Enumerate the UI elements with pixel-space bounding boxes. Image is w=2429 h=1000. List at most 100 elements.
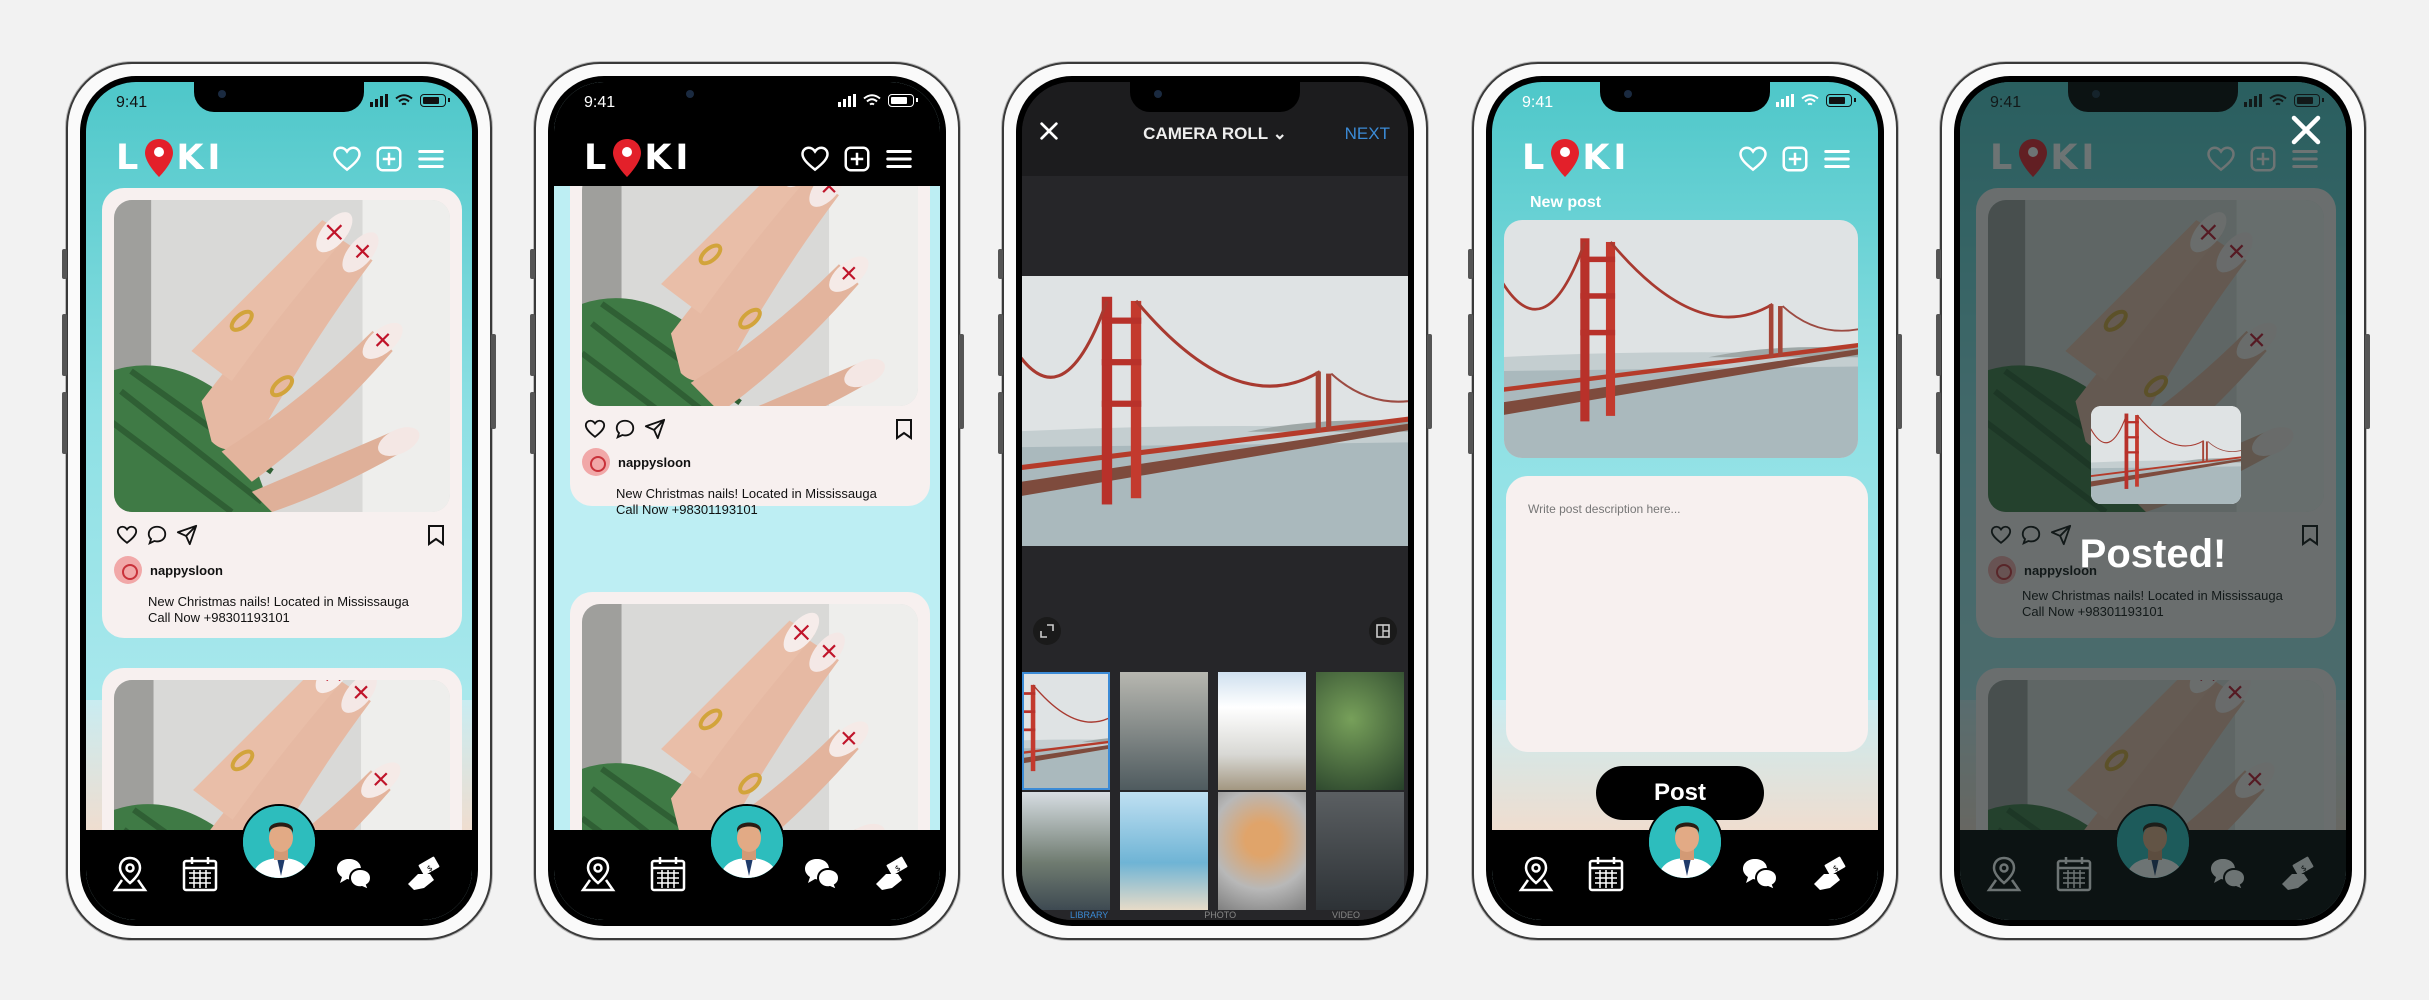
photo-thumb[interactable] [1022,792,1110,910]
menu-icon[interactable] [884,144,914,174]
user-avatar [114,556,142,584]
loki-logo[interactable]: L KI [584,138,692,178]
share-icon[interactable] [644,418,666,440]
photo-thumb[interactable] [1218,672,1306,790]
wifi-icon [863,94,881,106]
top-bar: LKI [1512,136,1858,182]
menu-icon[interactable] [1822,144,1852,174]
like-heart-icon[interactable] [116,524,138,546]
post-photo[interactable] [582,172,918,406]
phone-posted: 9:41 LKI [1936,62,2370,940]
posted-screen: 9:41 LKI [1960,82,2346,920]
heart-icon[interactable] [800,144,830,174]
battery-icon [888,94,918,107]
calendar-icon[interactable] [1586,854,1626,894]
notch [1130,82,1300,112]
multi-select-icon[interactable] [1368,616,1398,646]
logo-pin-icon [1550,138,1580,178]
post-card: nappysloon New Christmas nails! Located … [570,142,930,517]
profile-avatar[interactable] [709,804,785,880]
bookmark-icon[interactable] [894,418,914,440]
chat-icon[interactable] [334,854,374,894]
share-icon[interactable] [176,524,198,546]
description-placeholder: Write post description here... [1528,502,1681,516]
comment-icon[interactable] [146,524,168,546]
add-post-icon[interactable] [842,144,872,174]
status-time: 9:41 [116,94,148,111]
username: nappysloon [150,562,223,578]
calendar-icon[interactable] [180,854,220,894]
status-time: 9:41 [584,94,616,111]
bottom-nav [554,804,940,920]
top-bar: LKI [106,136,452,182]
post-photo[interactable] [114,200,450,512]
heart-icon[interactable] [332,144,362,174]
notch [662,82,832,112]
heart-icon[interactable] [1738,144,1768,174]
notch [194,82,364,112]
photo-thumb[interactable] [1316,672,1404,790]
selected-photo-preview [1022,276,1408,546]
post-caption: New Christmas nails! Located in Mississa… [616,486,877,517]
photo-thumb[interactable] [1218,792,1306,910]
posted-message: Posted! [2079,532,2227,576]
chevron-down-icon: ⌄ [1272,124,1287,143]
post-user[interactable]: nappysloon [582,448,691,476]
profile-avatar[interactable] [1647,804,1723,880]
notch [1600,82,1770,112]
new-post-screen: 9:41 L KI New post Write post descriptio… [1492,82,1878,920]
photo-thumb[interactable] [1120,672,1208,790]
deal-icon[interactable] [872,854,912,894]
next-button[interactable]: NEXT [1345,124,1390,144]
signal-icon [838,94,856,107]
phone-feed: 9:41 L KI nappysloon New Christmas nails… [62,62,496,940]
phone-feed-scrolled: 9:41 L KI nappysloon New Christmas nails… [530,62,964,940]
comment-icon[interactable] [614,418,636,440]
expand-icon[interactable] [1032,616,1062,646]
camera-roll-body: LIBRARY PHOTO VIDEO [1022,176,1408,920]
signal-icon [370,94,388,107]
tab-video[interactable]: VIDEO [1332,910,1360,920]
post-user[interactable]: nappysloon [114,556,223,584]
post-card: nappysloon New Christmas nails! Located … [102,188,462,638]
bottom-nav [1492,804,1878,920]
bottom-nav [86,804,472,920]
tab-photo[interactable]: PHOTO [1204,910,1236,920]
camera-roll-screen: CAMERA ROLL ⌄ NEXT LIBRARY PHOTO VIDEO [1022,82,1408,920]
menu-icon[interactable] [416,144,446,174]
username: nappysloon [618,454,691,470]
map-pin-icon[interactable] [110,854,150,894]
user-avatar [582,448,610,476]
chat-icon[interactable] [802,854,842,894]
top-bar: LKI [574,136,920,182]
loki-logo[interactable]: L KI [116,138,224,178]
add-post-icon[interactable] [1780,144,1810,174]
add-post-icon[interactable] [374,144,404,174]
bookmark-icon[interactable] [426,524,446,546]
photo-thumb[interactable] [1316,792,1404,910]
deal-icon[interactable] [404,854,444,894]
photo-thumb[interactable] [1022,672,1110,790]
deal-icon[interactable] [1810,854,1850,894]
profile-avatar[interactable] [241,804,317,880]
photo-thumb[interactable] [1120,792,1208,910]
loki-logo[interactable]: L KI [1522,138,1630,178]
like-heart-icon[interactable] [584,418,606,440]
post-description-field[interactable]: Write post description here... [1506,476,1868,752]
battery-icon [1826,94,1856,107]
logo-pin-icon [144,138,174,178]
posted-photo-thumb [2091,406,2241,504]
phone-new-post: 9:41 L KI New post Write post descriptio… [1468,62,1902,940]
feed-screen: 9:41 L KI nappysloon New Christmas nails… [554,82,940,920]
map-pin-icon[interactable] [1516,854,1556,894]
wifi-icon [395,94,413,106]
new-post-heading: New post [1530,194,1602,211]
calendar-icon[interactable] [648,854,688,894]
chat-icon[interactable] [1740,854,1780,894]
tab-library[interactable]: LIBRARY [1070,910,1108,920]
map-pin-icon[interactable] [578,854,618,894]
battery-icon [420,94,450,107]
status-time: 9:41 [1522,94,1554,111]
selected-photo[interactable] [1504,220,1858,458]
close-icon[interactable] [2288,112,2324,148]
